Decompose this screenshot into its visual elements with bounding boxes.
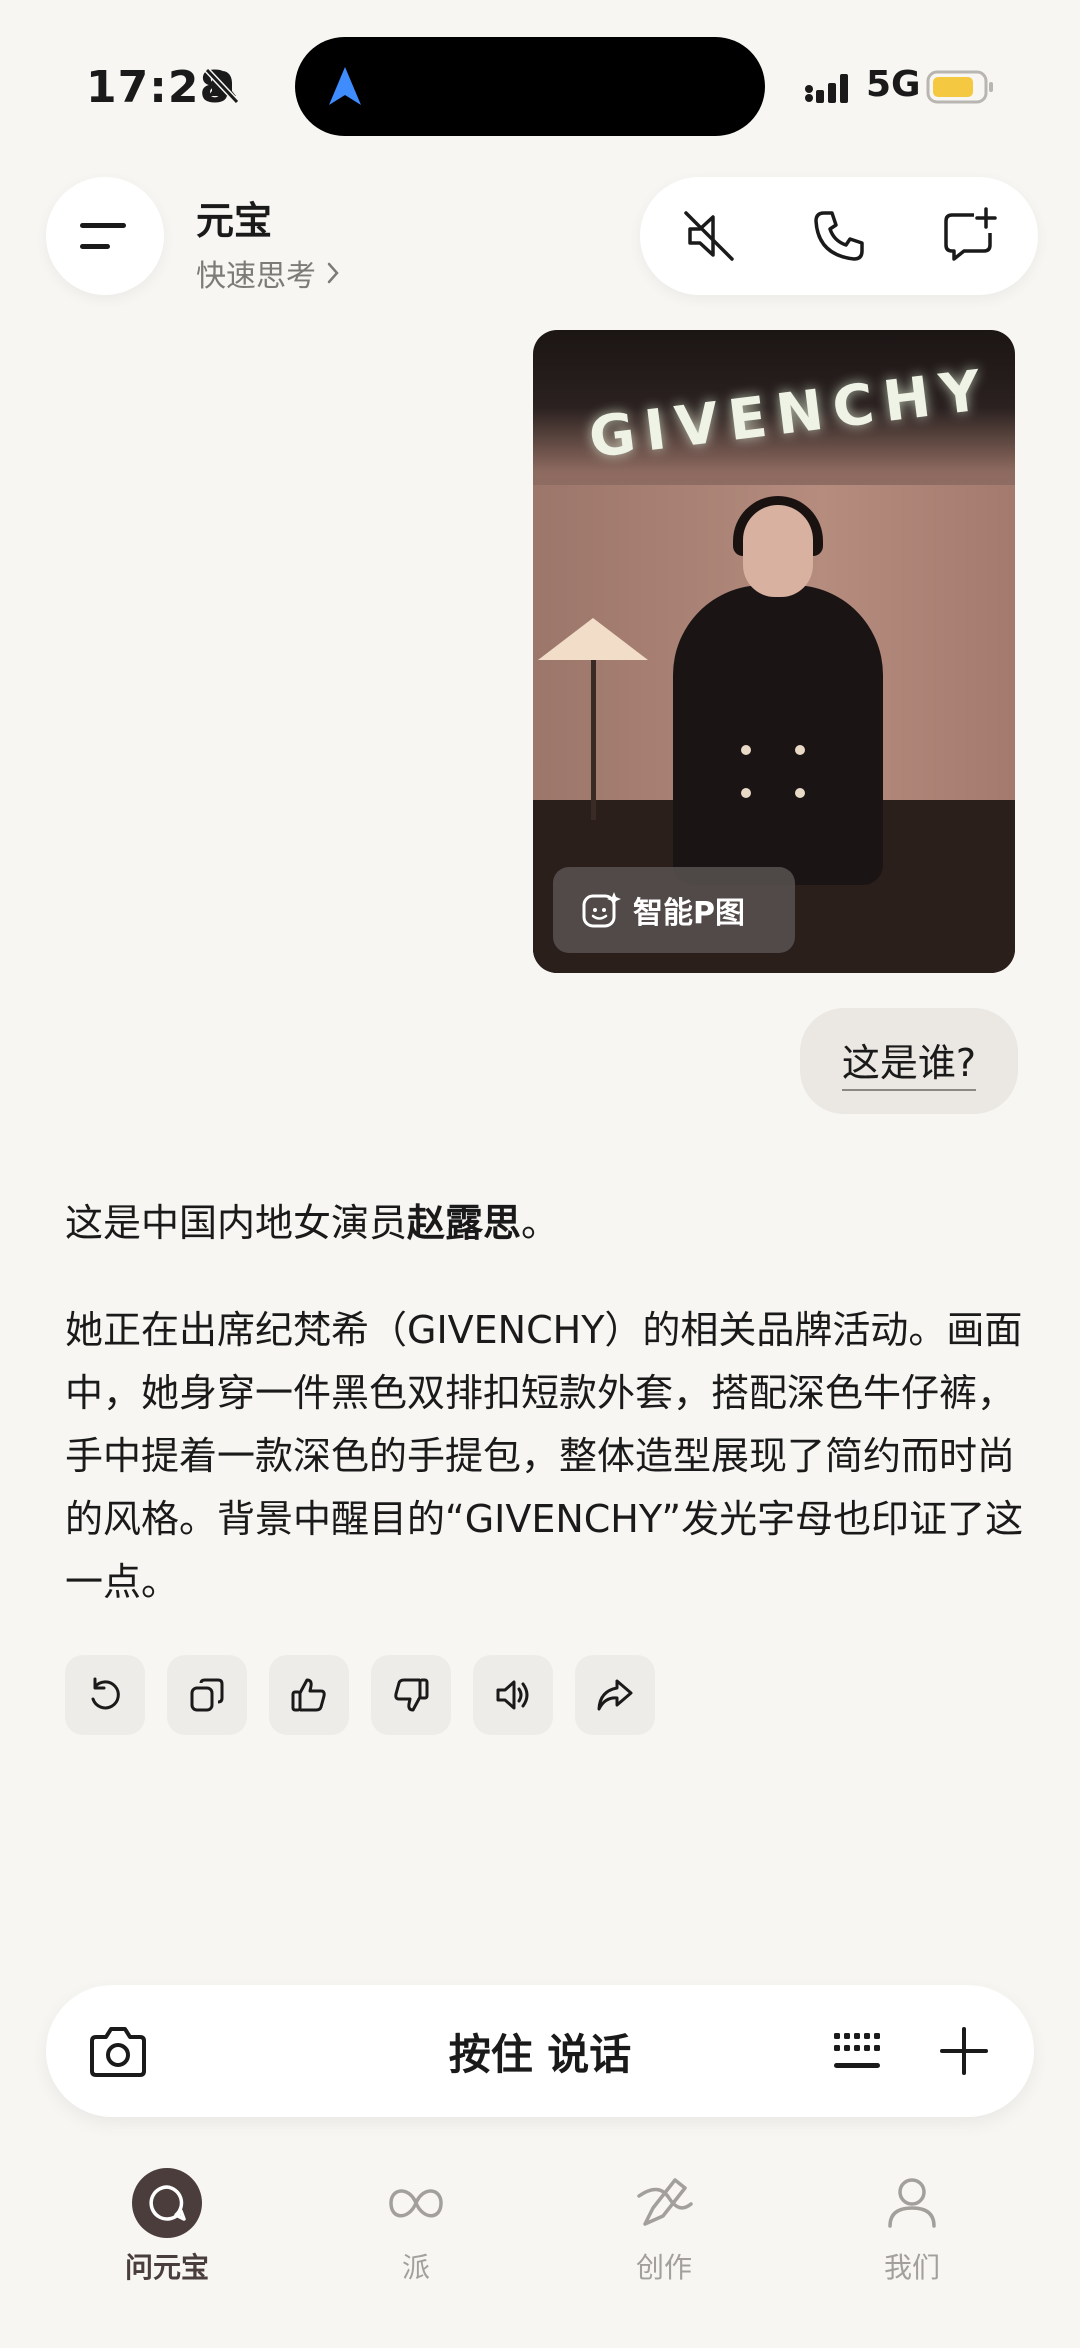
battery-icon [926,70,993,104]
menu-button[interactable] [46,177,164,295]
hold-to-talk-button[interactable]: 按住 说话 [46,1985,1034,2117]
share-icon [597,1679,633,1711]
mute-icon[interactable] [680,207,738,265]
yuanbao-chat-screen: 17:28 5G 元宝 快速思考 GIVENCHY 智能P图 这是谁? 这是中国… [0,0,1080,2348]
create-icon [629,2168,699,2238]
chat-icon [132,2168,202,2238]
plus-icon[interactable] [938,2025,990,2077]
keyboard-icon[interactable] [832,2029,884,2073]
input-bar: 按住 说话 [46,1985,1034,2117]
answer-text: 。 [521,1201,560,1245]
chevron-right-icon [327,262,339,284]
read-aloud-button[interactable] [473,1655,553,1735]
user-message-text: 这是谁? [841,1032,977,1091]
app-title: 元宝 [196,199,273,243]
copy-button[interactable] [167,1655,247,1735]
header-actions [640,177,1038,295]
copy-icon [190,1678,224,1712]
answer-text: 这是中国内地女演员 [65,1201,408,1245]
tab-us[interactable]: 我们 [832,2160,992,2286]
network-type: 5G [866,64,921,105]
user-message-bubble[interactable]: 这是谁? [800,1008,1018,1114]
signal-icon [805,74,848,103]
thumbs-up-icon [291,1678,326,1712]
like-button[interactable] [269,1655,349,1735]
speaker-icon [496,1680,529,1710]
smart-edit-label: 智能P图 [633,896,745,931]
tab-create[interactable]: 创作 [584,2160,744,2286]
photo-brand-sign: GIVENCHY [585,357,995,472]
tab-label: 创作 [635,2251,692,2284]
navigation-arrow-icon [329,67,361,105]
coat-button [741,745,751,755]
profile-icon [877,2168,947,2238]
chat-title[interactable]: 元宝 快速思考 [196,190,340,295]
sent-photo[interactable]: GIVENCHY 智能P图 [533,330,1015,973]
photo-person-face [743,505,813,597]
dynamic-island [295,37,765,136]
photo-person-coat [673,585,883,885]
thumbs-down-icon [394,1678,429,1712]
bottom-tab-bar: 问元宝 派 创作 我们 [0,2160,1080,2348]
assistant-answer-paragraph: 这是中国内地女演员赵露思。 [65,1192,1025,1255]
share-button[interactable] [575,1655,655,1735]
answer-toolbar [65,1655,677,1735]
thinking-mode-label: 快速思考 [196,259,316,294]
tab-label: 派 [401,2251,430,2284]
status-bar: 17:28 5G [0,0,1080,170]
new-chat-icon[interactable] [940,207,998,265]
phone-icon[interactable] [810,207,868,265]
bell-muted-icon [204,67,240,105]
photo-lamp-pole [591,660,596,820]
assistant-answer-paragraph: 她正在出席纪梵希（GIVENCHY）的相关品牌活动。画面中，她身穿一件黑色双排扣… [65,1308,1024,1604]
answer-highlight-name: 赵露思 [407,1201,522,1245]
thinking-mode-selector[interactable]: 快速思考 [196,251,340,295]
smart-edit-button[interactable]: 智能P图 [553,867,795,953]
regenerate-button[interactable] [65,1655,145,1735]
infinity-icon [381,2168,451,2238]
smart-edit-icon [582,892,621,928]
refresh-icon [91,1677,120,1710]
tab-pai[interactable]: 派 [336,2160,496,2286]
tab-label: 问元宝 [124,2251,209,2284]
photo-lamp [538,618,648,660]
menu-icon [80,223,126,249]
dislike-button[interactable] [371,1655,451,1735]
tab-ask-yuanbao[interactable]: 问元宝 [87,2160,247,2286]
camera-icon[interactable] [88,2023,148,2079]
coat-button [795,745,805,755]
coat-button [741,788,751,798]
tab-label: 我们 [883,2251,940,2284]
coat-button [795,788,805,798]
